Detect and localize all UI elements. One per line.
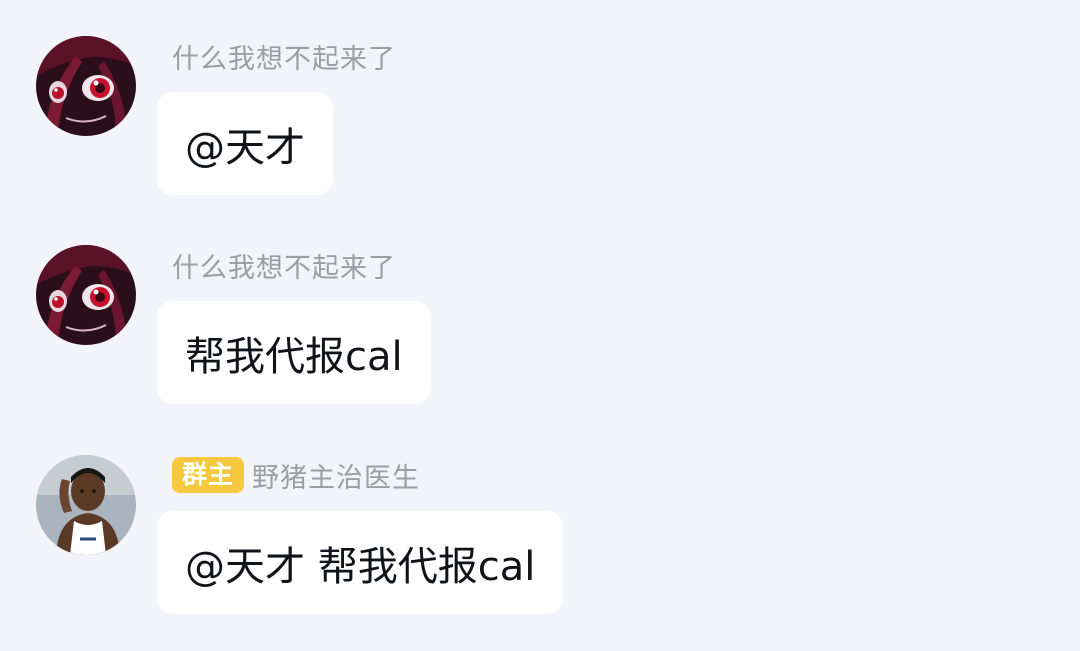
- chat-message-list[interactable]: 什么我想不起来了 @天才 什么我想不起来了 帮我代报cal 群主 野猪主治医生 …: [0, 0, 1080, 651]
- message-bubble[interactable]: @天才 帮我代报cal: [157, 511, 564, 614]
- message-bubble[interactable]: 帮我代报cal: [157, 301, 431, 404]
- chat-message: 什么我想不起来了 帮我代报cal: [0, 245, 1080, 435]
- sender-row: 什么我想不起来了: [172, 246, 396, 285]
- avatar[interactable]: [36, 36, 136, 136]
- sender-name[interactable]: 什么我想不起来了: [172, 246, 396, 285]
- sender-row: 什么我想不起来了: [172, 37, 396, 76]
- sender-name[interactable]: 野猪主治医生: [252, 456, 420, 495]
- message-text: @天才: [185, 124, 305, 171]
- basketball-player-avatar-icon: [36, 455, 136, 555]
- sender-row: 群主 野猪主治医生: [172, 456, 420, 495]
- message-text: 帮我代报cal: [185, 333, 403, 380]
- avatar[interactable]: [36, 245, 136, 345]
- anime-girl-avatar-icon: [36, 245, 136, 345]
- group-owner-badge: 群主: [172, 457, 245, 493]
- chat-message: 群主 野猪主治医生 @天才 帮我代报cal: [0, 455, 1080, 645]
- message-text: @天才 帮我代报cal: [185, 543, 536, 590]
- chat-message: 什么我想不起来了 @天才: [0, 36, 1080, 226]
- avatar[interactable]: [36, 455, 136, 555]
- sender-name[interactable]: 什么我想不起来了: [172, 37, 396, 76]
- anime-girl-avatar-icon: [36, 36, 136, 136]
- message-bubble[interactable]: @天才: [157, 92, 333, 195]
